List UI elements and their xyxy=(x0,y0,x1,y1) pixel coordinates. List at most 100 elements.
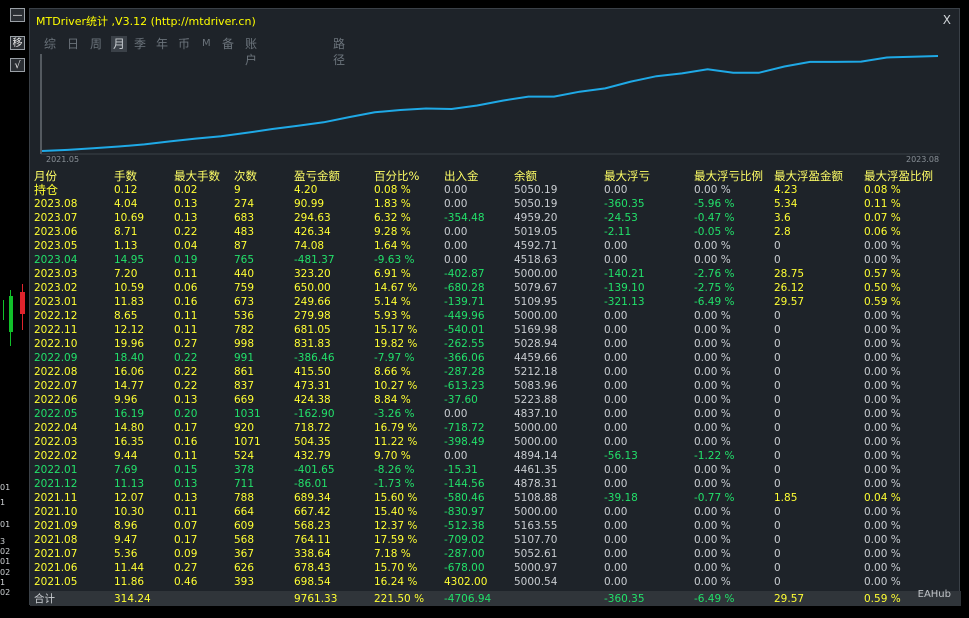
move-button[interactable]: 移 xyxy=(10,36,25,50)
cell-max-floating-profit: 4.23 xyxy=(774,184,798,196)
cell-deposit: 0.00 xyxy=(444,226,468,238)
cell-profit: 249.66 xyxy=(294,296,331,308)
column-header-lots[interactable]: 手数 xyxy=(114,169,137,183)
cell-max-lots: 0.16 xyxy=(174,296,198,308)
cell-max-floating-loss-pct: 0.00 % xyxy=(694,422,731,434)
cell-max-lots: 0.15 xyxy=(174,464,198,476)
cell-max-floating-profit-pct: 0.00 % xyxy=(864,324,901,336)
cell-max-floating-loss: 0.00 xyxy=(604,422,628,434)
chart-x-start-label: 2021.05 xyxy=(46,155,80,164)
cell-balance: 5028.94 xyxy=(514,338,558,350)
cell-deposit: -287.00 xyxy=(444,548,485,560)
cell-profit: 90.99 xyxy=(294,198,325,210)
cell-max-floating-profit: 0 xyxy=(774,534,781,546)
tab-overall[interactable]: 综 xyxy=(44,36,56,52)
cell-lots: 19.96 xyxy=(114,338,145,350)
cell-balance: 5000.97 xyxy=(514,562,558,574)
cell-deposit: -449.96 xyxy=(444,310,485,322)
tab-symbol[interactable]: 币 xyxy=(178,36,190,52)
cell-max-floating-loss-pct: -0.05 % xyxy=(694,226,735,238)
cell-profit: 294.63 xyxy=(294,212,331,224)
cell-max-floating-profit: 0 xyxy=(774,310,781,322)
column-header-balance[interactable]: 余额 xyxy=(514,169,537,183)
column-header-count[interactable]: 次数 xyxy=(234,169,257,183)
tab-month[interactable]: 月 xyxy=(111,36,128,52)
table-row: 2021.09 8.96 0.07 609 568.23 12.37 % -512.38 51… xyxy=(34,519,954,533)
cell-count: 669 xyxy=(234,394,255,406)
cell-deposit: -540.01 xyxy=(444,324,485,336)
cell-max-floating-profit-pct: 0.08 % xyxy=(864,184,901,196)
cell-max-floating-profit: 0 xyxy=(774,422,781,434)
cell-percent: -1.73 % xyxy=(374,478,415,490)
cell-count: 9 xyxy=(234,184,241,196)
cell-deposit: 4302.00 xyxy=(444,576,488,588)
cell-deposit: 0.00 xyxy=(444,184,468,196)
cell-percent: 5.14 % xyxy=(374,296,411,308)
cell-lots: 11.13 xyxy=(114,478,145,490)
tab-week[interactable]: 周 xyxy=(90,36,102,52)
cell-month: 2023.01 xyxy=(34,296,78,308)
tab-magic[interactable]: M xyxy=(202,36,211,52)
cell-max-floating-loss-pct: 0.00 % xyxy=(694,464,731,476)
table-header-row: 月份 手数 最大手数 次数 盈亏金额 百分比% 出入金 余额 最大浮亏 最大浮亏比例 最大浮盈金额 最… xyxy=(34,169,954,183)
cell-percent: 8.84 % xyxy=(374,394,411,406)
cell-count: 274 xyxy=(234,198,255,210)
column-header-max-floating-loss[interactable]: 最大浮亏 xyxy=(604,169,650,183)
cell-max-lots: 0.09 xyxy=(174,548,198,560)
cell-balance: 4459.66 xyxy=(514,352,558,364)
column-header-deposit[interactable]: 出入金 xyxy=(444,169,479,183)
column-header-month[interactable]: 月份 xyxy=(34,169,57,183)
cell-month: 2021.10 xyxy=(34,506,78,518)
table-row: 2022.12 8.65 0.11 536 279.98 5.93 % -449.96 500… xyxy=(34,309,954,323)
cell-month: 2022.12 xyxy=(34,310,78,322)
cell-percent: 11.22 % xyxy=(374,436,418,448)
cell-max-floating-profit-pct: 0.00 % xyxy=(864,548,901,560)
tab-year[interactable]: 年 xyxy=(156,36,168,52)
column-header-percent[interactable]: 百分比% xyxy=(374,169,419,183)
table-row: 2022.02 9.44 0.11 524 432.79 9.70 % 0.00 4894.1… xyxy=(34,449,954,463)
table-row: 2021.11 12.07 0.13 788 689.34 15.60 % -580.46 5… xyxy=(34,491,954,505)
cell-max-floating-profit: 2.8 xyxy=(774,226,791,238)
cell-month: 2022.01 xyxy=(34,464,78,476)
cell-balance: 5169.98 xyxy=(514,324,558,336)
tab-day[interactable]: 日 xyxy=(67,36,79,52)
panel-title: MTDriver统计 ,V3.12 (http://mtdriver.cn) xyxy=(36,15,256,28)
cell-max-floating-loss: 0.00 xyxy=(604,184,628,196)
cell-lots: 14.77 xyxy=(114,380,145,392)
column-header-max-floating-profit-pct[interactable]: 最大浮盈比例 xyxy=(864,169,933,183)
cell-max-floating-profit-pct: 0.00 % xyxy=(864,366,901,378)
cell-month: 2023.08 xyxy=(34,198,78,210)
minimize-button[interactable]: — xyxy=(10,8,25,22)
column-header-max-floating-loss-pct[interactable]: 最大浮亏比例 xyxy=(694,169,763,183)
axis-label: 01 xyxy=(0,520,11,529)
cell-count: 609 xyxy=(234,520,255,532)
check-button[interactable]: √ xyxy=(10,58,25,72)
cell-max-floating-profit-pct: 0.50 % xyxy=(864,282,901,294)
cell-deposit: -366.06 xyxy=(444,352,485,364)
column-header-profit[interactable]: 盈亏金额 xyxy=(294,169,340,183)
close-button[interactable]: X xyxy=(943,13,951,27)
cell-max-floating-loss: 0.00 xyxy=(604,408,628,420)
cell-max-floating-profit-pct: 0.00 % xyxy=(864,436,901,448)
tab-note[interactable]: 备 xyxy=(222,36,234,52)
cell-max-lots: 0.17 xyxy=(174,422,198,434)
cell-balance: 5000.00 xyxy=(514,422,558,434)
cell-deposit: -830.97 xyxy=(444,506,485,518)
cell-max-floating-loss: 0.00 xyxy=(604,520,628,532)
cell-max-floating-profit-pct: 0.07 % xyxy=(864,212,901,224)
cell-balance: 5019.05 xyxy=(514,226,558,238)
tab-quarter[interactable]: 季 xyxy=(134,36,146,52)
cell-max-lots: 0.22 xyxy=(174,366,198,378)
cell-max-lots: 0.46 xyxy=(174,576,198,588)
cell-percent: 15.60 % xyxy=(374,492,418,504)
cell-max-lots: 0.22 xyxy=(174,380,198,392)
cell-deposit: -512.38 xyxy=(444,520,485,532)
column-header-max-lots[interactable]: 最大手数 xyxy=(174,169,220,183)
cell-max-floating-profit: 29.57 xyxy=(774,296,805,308)
cell-count: 626 xyxy=(234,562,255,574)
column-header-max-floating-profit[interactable]: 最大浮盈金额 xyxy=(774,169,843,183)
cell-max-floating-loss-pct: 0.00 % xyxy=(694,576,731,588)
cell-max-lots: 0.13 xyxy=(174,198,198,210)
cell-profit: 424.38 xyxy=(294,394,331,406)
cell-balance: 5212.18 xyxy=(514,366,558,378)
